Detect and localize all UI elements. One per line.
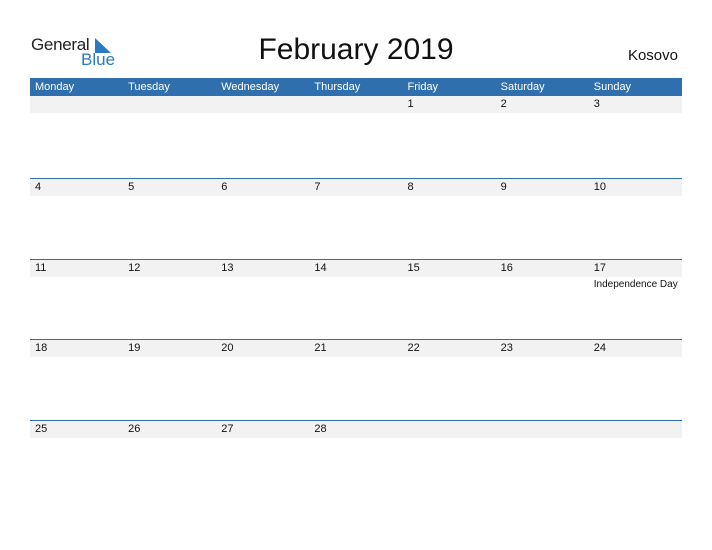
weekday-wednesday: Wednesday	[221, 81, 280, 93]
day-cell[interactable]	[588, 421, 682, 501]
day-number	[495, 421, 589, 438]
day-number: 15	[402, 260, 496, 277]
country-label: Kosovo	[627, 47, 678, 64]
day-cell[interactable]: 16	[495, 260, 589, 340]
day-cell[interactable]: 24	[588, 340, 682, 420]
day-cell[interactable]: 4	[30, 179, 124, 259]
day-number: 13	[216, 260, 310, 277]
day-cell[interactable]: 27	[216, 421, 310, 501]
day-number	[216, 96, 310, 113]
day-number: 19	[123, 340, 217, 357]
day-number: 1	[402, 96, 496, 113]
day-number: 8	[402, 179, 496, 196]
day-cell[interactable]: 21	[309, 340, 403, 420]
day-cell[interactable]: 10	[588, 179, 682, 259]
day-number: 10	[588, 179, 682, 196]
day-number: 25	[30, 421, 124, 438]
day-cell[interactable]	[216, 96, 310, 176]
day-number: 12	[123, 260, 217, 277]
week-row: 25 26 27 28	[30, 420, 682, 501]
weekday-monday: Monday	[35, 81, 75, 93]
weekday-tuesday: Tuesday	[128, 81, 170, 93]
day-number: 7	[309, 179, 403, 196]
day-cell[interactable]: 26	[123, 421, 217, 501]
day-cell[interactable]: 12	[123, 260, 217, 340]
day-number	[588, 421, 682, 438]
day-number: 26	[123, 421, 217, 438]
day-number: 22	[402, 340, 496, 357]
day-cell[interactable]: 28	[309, 421, 403, 501]
day-cell[interactable]: 1	[402, 96, 496, 176]
weekday-thursday: Thursday	[314, 81, 361, 93]
day-cell[interactable]: 5	[123, 179, 217, 259]
day-cell[interactable]: 13	[216, 260, 310, 340]
holiday-label: Independence Day	[593, 279, 678, 290]
day-number	[309, 96, 403, 113]
day-number: 28	[309, 421, 403, 438]
weekday-friday: Friday	[407, 81, 439, 93]
day-number	[123, 96, 217, 113]
day-cell[interactable]: 8	[402, 179, 496, 259]
day-number	[402, 421, 496, 438]
weekday-saturday: Saturday	[500, 81, 545, 93]
day-cell[interactable]: 9	[495, 179, 589, 259]
page-title: February 2019	[258, 33, 454, 66]
day-cell[interactable]: 18	[30, 340, 124, 420]
day-number: 3	[588, 96, 682, 113]
day-number: 18	[30, 340, 124, 357]
day-cell[interactable]: 23	[495, 340, 589, 420]
day-cell[interactable]: 22	[402, 340, 496, 420]
day-number: 20	[216, 340, 310, 357]
week-row: 123	[30, 96, 682, 176]
day-cell[interactable]: 6	[216, 179, 310, 259]
day-cell[interactable]	[402, 421, 496, 501]
day-cell[interactable]: 3	[588, 96, 682, 176]
day-cell[interactable]	[123, 96, 217, 176]
day-number: 11	[30, 260, 124, 277]
day-cell[interactable]	[309, 96, 403, 176]
weekday-sunday: Sunday	[593, 81, 632, 93]
day-cell[interactable]: 15	[402, 260, 496, 340]
day-number: 16	[495, 260, 589, 277]
day-cell[interactable]: 2	[495, 96, 589, 176]
day-number: 14	[309, 260, 403, 277]
day-number: 6	[216, 179, 310, 196]
day-cell[interactable]: 14	[309, 260, 403, 340]
day-cell[interactable]: 11	[30, 260, 124, 340]
day-cell[interactable]: 19	[123, 340, 217, 420]
day-number: 9	[495, 179, 589, 196]
day-cell[interactable]	[30, 96, 124, 176]
weekday-header: Monday Tuesday Wednesday Thursday Friday…	[30, 78, 682, 96]
day-number: 17	[588, 260, 682, 277]
day-number: 2	[495, 96, 589, 113]
day-number: 21	[309, 340, 403, 357]
day-cell[interactable]: 7	[309, 179, 403, 259]
day-number: 24	[588, 340, 682, 357]
day-cell[interactable]	[495, 421, 589, 501]
day-cell[interactable]: 20	[216, 340, 310, 420]
day-number: 4	[30, 179, 124, 196]
day-number: 5	[123, 179, 217, 196]
week-row: 18 19 20 21 22 23 24	[30, 339, 682, 420]
day-cell[interactable]: 17 Independence Day	[588, 260, 682, 340]
day-cell[interactable]: 25	[30, 421, 124, 501]
day-number: 23	[495, 340, 589, 357]
week-row: 4 5 6 7 8 9 10	[30, 178, 682, 259]
day-number	[30, 96, 124, 113]
week-row: 11 12 13 14 15 16 17 Independence Day	[30, 259, 682, 340]
day-number: 27	[216, 421, 310, 438]
